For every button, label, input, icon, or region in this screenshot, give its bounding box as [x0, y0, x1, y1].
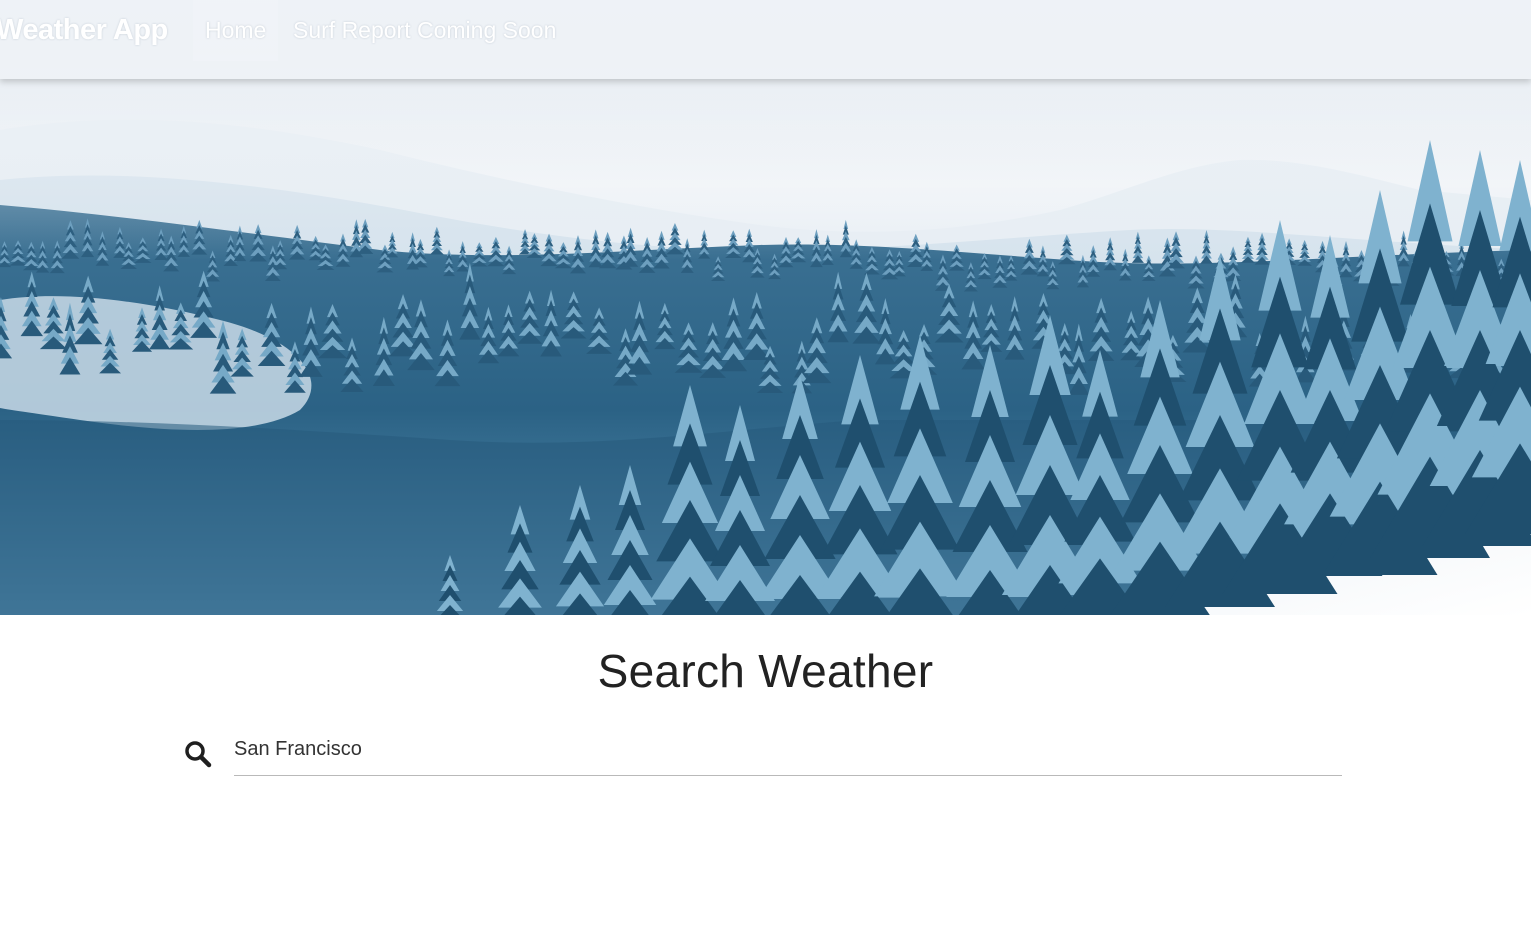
- page-title: Search Weather: [597, 645, 934, 697]
- search-icon: [184, 740, 212, 768]
- search-input[interactable]: [234, 728, 1342, 776]
- hero-background-image: [0, 0, 1531, 615]
- brand-logo-link[interactable]: Weather App: [0, 14, 168, 47]
- nav-item-surf-report[interactable]: Surf Report Coming Soon: [281, 0, 568, 61]
- top-navbar: Weather App Home Surf Report Coming Soon: [0, 0, 1531, 79]
- nav-item-home[interactable]: Home: [193, 0, 279, 61]
- snowy-forest-landscape: [0, 0, 1531, 615]
